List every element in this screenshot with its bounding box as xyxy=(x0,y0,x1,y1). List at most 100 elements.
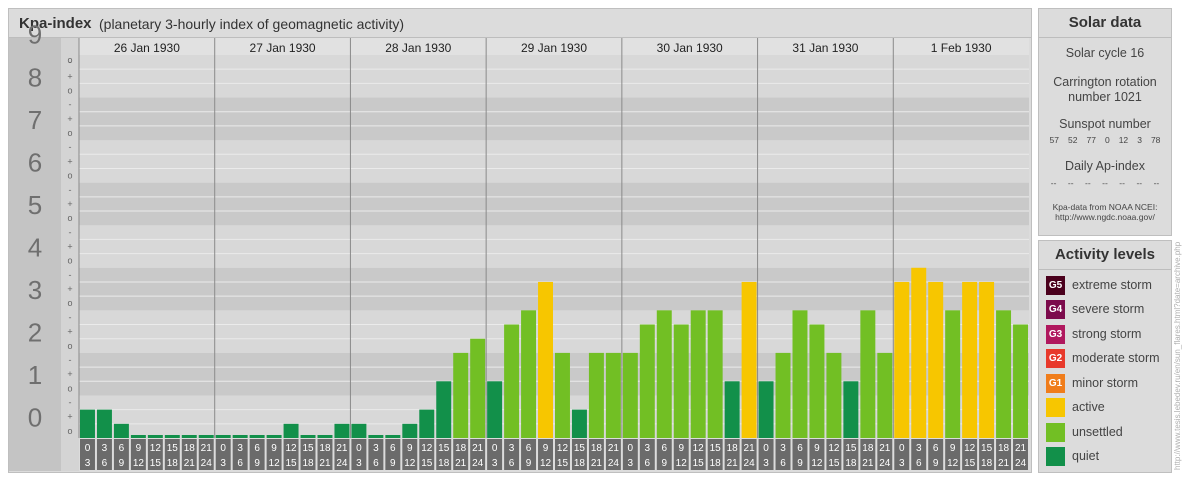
interval-start-label: 12 xyxy=(828,443,840,454)
level-label: severe storm xyxy=(1072,302,1145,316)
ap-value: -- xyxy=(1085,178,1091,188)
interval-start-label: 0 xyxy=(628,443,634,454)
interval-start-label: 21 xyxy=(1015,443,1027,454)
kp-bar xyxy=(436,381,452,438)
interval-start-label: 18 xyxy=(455,443,467,454)
interval-end-label: 3 xyxy=(356,458,362,469)
sunspot-value: 78 xyxy=(1150,135,1161,145)
interval-end-label: 9 xyxy=(933,458,939,469)
interval-end-label: 15 xyxy=(964,458,976,469)
sunspot-value: 77 xyxy=(1086,135,1096,145)
interval-end-label: 15 xyxy=(828,458,840,469)
ap-value: -- xyxy=(1102,178,1108,188)
interval-end-label: 3 xyxy=(492,458,498,469)
activity-levels-panel: Activity levels G5 extreme storm G4 seve… xyxy=(1038,240,1172,473)
kp-bar xyxy=(928,281,944,438)
kp-bar xyxy=(555,352,570,438)
interval-end-label: 6 xyxy=(645,458,651,469)
interval-end-label: 3 xyxy=(85,458,91,469)
interval-start-label: 15 xyxy=(167,443,179,454)
interval-start-label: 12 xyxy=(421,443,433,454)
interval-end-label: 24 xyxy=(472,458,484,469)
level-extreme-storm: G5 extreme storm xyxy=(1046,275,1152,295)
minor-tick-label: + xyxy=(67,71,72,81)
interval-end-label: 3 xyxy=(220,458,226,469)
interval-start-label: 3 xyxy=(373,443,379,454)
credit-line2: http://www.ngdc.noaa.gov/ xyxy=(1055,212,1155,222)
interval-start-label: 18 xyxy=(727,443,739,454)
kp-bar xyxy=(283,423,299,438)
interval-start-label: 21 xyxy=(201,443,213,454)
day-label: 31 Jan 1930 xyxy=(792,41,858,55)
kp-bar xyxy=(215,435,231,438)
kp-bar xyxy=(181,435,197,438)
kp-bar xyxy=(707,310,723,438)
y-tick-label: 0 xyxy=(28,403,42,433)
ap-value: -- xyxy=(1153,178,1160,188)
level-unsettled: unsettled xyxy=(1046,422,1123,442)
y-tick-label: 4 xyxy=(28,233,42,263)
kp-band xyxy=(9,225,1029,268)
kp-bar xyxy=(962,281,978,438)
interval-start-label: 9 xyxy=(543,443,549,454)
level-minor-storm: G1 minor storm xyxy=(1046,373,1138,393)
minor-tick-label: o xyxy=(67,383,72,393)
interval-start-label: 6 xyxy=(661,443,667,454)
minor-tick-label: - xyxy=(69,312,72,322)
interval-start-label: 18 xyxy=(591,443,603,454)
interval-start-label: 18 xyxy=(319,443,331,454)
ap-value: -- xyxy=(1050,178,1057,188)
level-swatch: G3 xyxy=(1046,324,1065,344)
sunspot-value: 12 xyxy=(1118,135,1129,145)
kp-bar xyxy=(113,423,129,438)
interval-start-label: 0 xyxy=(85,443,91,454)
interval-end-label: 21 xyxy=(184,458,196,469)
interval-start-label: 3 xyxy=(237,443,243,454)
interval-start-label: 18 xyxy=(184,443,196,454)
interval-start-label: 3 xyxy=(916,443,922,454)
kp-bar xyxy=(588,352,604,438)
kp-bar xyxy=(911,267,927,438)
interval-start-label: 12 xyxy=(557,443,569,454)
level-swatch xyxy=(1046,446,1065,466)
carrington-line1: Carrington rotation xyxy=(1053,75,1157,89)
minor-tick-label: o xyxy=(67,256,72,266)
kp-bar xyxy=(622,352,638,438)
kp-bar xyxy=(334,423,350,438)
minor-tick-label: - xyxy=(69,142,72,152)
y-tick-label: 1 xyxy=(28,360,42,390)
kp-bar xyxy=(487,381,503,438)
interval-end-label: 6 xyxy=(237,458,243,469)
interval-start-label: 3 xyxy=(102,443,108,454)
interval-end-label: 3 xyxy=(763,458,769,469)
minor-tick-label: - xyxy=(69,100,72,110)
interval-end-label: 24 xyxy=(1015,458,1027,469)
kp-bar xyxy=(96,409,112,438)
level-swatch: G5 xyxy=(1046,275,1065,295)
interval-end-label: 24 xyxy=(608,458,620,469)
y-tick-label: 9 xyxy=(28,20,42,50)
kp-bar xyxy=(639,324,655,438)
kp-band xyxy=(9,97,1029,141)
interval-end-label: 21 xyxy=(727,458,739,469)
interval-start-label: 0 xyxy=(220,443,226,454)
interval-start-label: 12 xyxy=(693,443,705,454)
kp-bar xyxy=(996,310,1012,438)
minor-tick-label: o xyxy=(67,341,72,351)
kp-bar xyxy=(198,435,214,438)
level-label: strong storm xyxy=(1072,327,1142,341)
level-label: active xyxy=(1072,400,1105,414)
kp-bar xyxy=(605,352,621,438)
y-tick-label: 6 xyxy=(28,147,42,177)
level-label: quiet xyxy=(1072,449,1100,463)
interval-start-label: 3 xyxy=(780,443,786,454)
level-swatch: G2 xyxy=(1046,348,1065,368)
kp-chart: 0123456789o+-o+-o+-o+-o+-o+-o+-o+-o+-o26… xyxy=(9,20,1029,471)
interval-start-label: 3 xyxy=(509,443,515,454)
kp-bar xyxy=(232,435,248,438)
interval-end-label: 18 xyxy=(981,458,993,469)
kp-bar xyxy=(741,281,757,438)
y-tick-label: 7 xyxy=(28,105,42,135)
interval-start-label: 6 xyxy=(797,443,803,454)
interval-end-label: 21 xyxy=(319,458,331,469)
